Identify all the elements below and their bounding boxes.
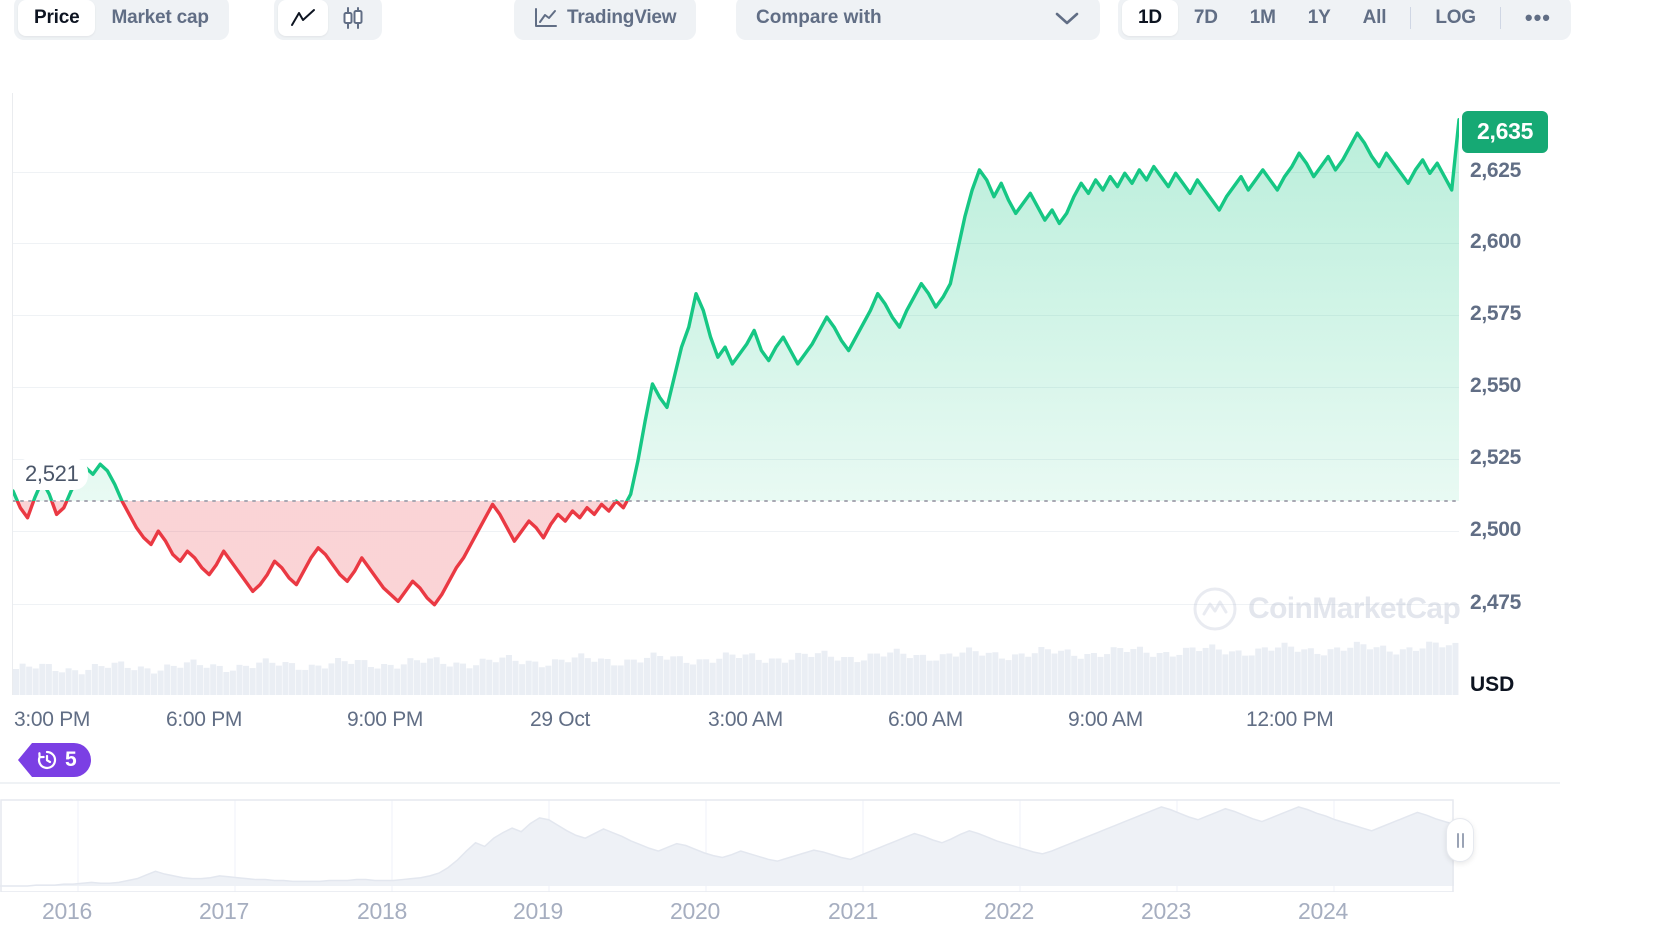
metric-toggle-group: Price Market cap [14, 0, 229, 40]
candlestick-icon [340, 7, 366, 29]
range-7d[interactable]: 7D [1178, 0, 1234, 36]
chart-toolbar: Price Market cap TradingView Compare wit… [0, 0, 1680, 40]
baseline-price-label: 2,521 [16, 458, 88, 490]
x-tick-2: 9:00 PM [347, 708, 424, 731]
x-tick-3: 29 Oct [530, 708, 591, 731]
price-series-plot [13, 118, 1459, 695]
history-badge-count: 5 [65, 748, 77, 771]
mm-tick-2021: 2021 [828, 898, 878, 924]
line-chart-button[interactable] [278, 0, 328, 36]
y-tick-2625: 2,625 [1470, 159, 1522, 182]
drag-handle-icon [1456, 832, 1459, 848]
tab-price[interactable]: Price [18, 0, 96, 36]
x-tick-5: 6:00 AM [888, 708, 963, 731]
history-clock-icon [36, 749, 58, 771]
mm-tick-2016: 2016 [42, 898, 92, 924]
volume-bars [13, 641, 1459, 695]
tradingview-group: TradingView [514, 0, 697, 40]
compare-group: Compare with [736, 0, 1100, 40]
more-options-button[interactable]: ••• [1509, 0, 1567, 36]
price-chart[interactable] [12, 93, 1459, 695]
range-1y[interactable]: 1Y [1292, 0, 1347, 36]
y-tick-2575: 2,575 [1470, 302, 1522, 325]
chevron-down-icon [1054, 10, 1080, 26]
compare-with-label: Compare with [756, 7, 882, 28]
minimap-plot [0, 782, 1560, 892]
history-badge-body: 5 [32, 743, 91, 777]
toolbar-divider-2 [1499, 7, 1501, 29]
y-tick-2500: 2,500 [1470, 518, 1522, 541]
mm-tick-2018: 2018 [357, 898, 407, 924]
compare-with-dropdown[interactable]: Compare with [740, 0, 1096, 36]
line-chart-icon [290, 8, 316, 28]
tradingview-icon [534, 7, 558, 29]
y-tick-2475: 2,475 [1470, 591, 1522, 614]
tab-market-cap[interactable]: Market cap [95, 0, 224, 36]
y-tick-2600: 2,600 [1470, 230, 1522, 253]
chart-type-toggle-group [274, 0, 382, 40]
x-tick-6: 9:00 AM [1068, 708, 1143, 731]
x-axis: 3:00 PM 6:00 PM 9:00 PM 29 Oct 3:00 AM 6… [0, 708, 1560, 738]
mm-tick-2024: 2024 [1298, 898, 1348, 924]
range-selector-minimap[interactable] [0, 782, 1560, 892]
history-badge[interactable]: 5 [18, 743, 91, 777]
y-tick-2525: 2,525 [1470, 446, 1522, 469]
current-price-badge: 2,635 [1462, 111, 1549, 153]
y-tick-2550: 2,550 [1470, 374, 1522, 397]
x-tick-7: 12:00 PM [1246, 708, 1334, 731]
x-tick-1: 6:00 PM [166, 708, 243, 731]
mm-tick-2019: 2019 [513, 898, 563, 924]
minimap-x-axis: 2016 2017 2018 2019 2020 2021 2022 2023 … [0, 898, 1560, 938]
range-1d[interactable]: 1D [1122, 0, 1178, 36]
drag-handle-icon-2 [1461, 832, 1464, 848]
history-badge-tail [18, 743, 32, 777]
mm-tick-2022: 2022 [984, 898, 1034, 924]
mm-tick-2017: 2017 [199, 898, 249, 924]
ellipsis-icon: ••• [1524, 5, 1551, 30]
toolbar-divider-1 [1410, 7, 1412, 29]
range-1m[interactable]: 1M [1234, 0, 1292, 36]
minimap-area-fill [0, 806, 1454, 886]
x-tick-0: 3:00 PM [14, 708, 91, 731]
candlestick-chart-button[interactable] [328, 0, 378, 36]
y-axis-currency-label: USD [1470, 673, 1515, 696]
minimap-right-handle[interactable] [1446, 818, 1474, 862]
tradingview-label: TradingView [567, 7, 677, 28]
log-scale-button[interactable]: LOG [1419, 0, 1492, 36]
y-axis: 2,635 2,625 2,600 2,575 2,550 2,525 2,50… [1462, 93, 1590, 713]
time-range-group: 1D 7D 1M 1Y All LOG ••• [1118, 0, 1571, 40]
range-all[interactable]: All [1347, 0, 1403, 36]
tradingview-button[interactable]: TradingView [518, 0, 692, 36]
mm-tick-2020: 2020 [670, 898, 720, 924]
mm-tick-2023: 2023 [1141, 898, 1191, 924]
x-tick-4: 3:00 AM [708, 708, 783, 731]
